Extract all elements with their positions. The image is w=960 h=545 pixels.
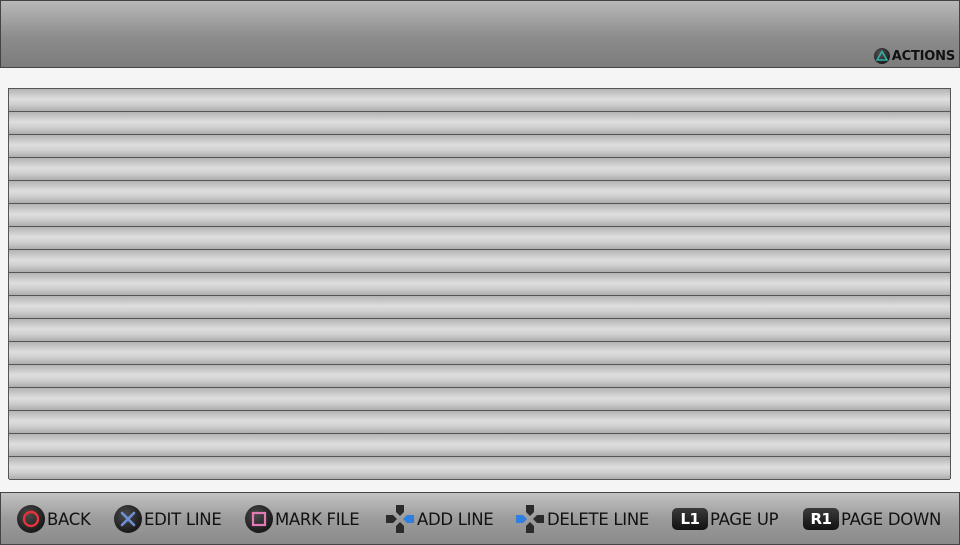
triangle-icon	[873, 48, 890, 64]
back-label: BACK	[47, 509, 91, 529]
back-button[interactable]: BACK	[17, 505, 91, 533]
add-line-label: ADD LINE	[417, 509, 494, 529]
list-item[interactable]	[9, 411, 950, 434]
list-item[interactable]	[9, 158, 950, 181]
list-item[interactable]	[9, 227, 950, 250]
mark-file-label: MARK FILE	[275, 509, 360, 529]
edit-line-button[interactable]: EDIT LINE	[114, 505, 222, 533]
list-item[interactable]	[9, 434, 950, 457]
page-down-button[interactable]: R1 PAGE DOWN	[803, 505, 941, 533]
list-item[interactable]	[9, 181, 950, 204]
header-bar: ACTIONS	[0, 0, 960, 68]
mark-file-button[interactable]: MARK FILE	[245, 505, 360, 533]
delete-line-label: DELETE LINE	[547, 509, 650, 529]
page-up-button[interactable]: L1 PAGE UP	[672, 505, 779, 533]
list-item[interactable]	[9, 112, 950, 135]
content-area	[0, 68, 960, 492]
dpad-left-icon	[515, 504, 545, 534]
list-item[interactable]	[9, 135, 950, 158]
list-item[interactable]	[9, 89, 950, 112]
l1-key-icon: L1	[672, 508, 708, 530]
cross-icon	[114, 505, 142, 533]
r1-key-icon: R1	[803, 508, 839, 530]
edit-line-label: EDIT LINE	[144, 509, 222, 529]
list-item[interactable]	[9, 388, 950, 411]
page-up-label: PAGE UP	[710, 509, 779, 529]
list-item[interactable]	[9, 319, 950, 342]
list-item[interactable]	[9, 250, 950, 273]
line-list	[8, 88, 951, 480]
list-item[interactable]	[9, 273, 950, 296]
list-item[interactable]	[9, 342, 950, 365]
delete-line-button[interactable]: DELETE LINE	[515, 505, 649, 533]
actions-hint[interactable]: ACTIONS	[873, 47, 955, 65]
list-item[interactable]	[9, 365, 950, 388]
footer-bar: BACK EDIT LINE MARK FILE ADD LINE DELETE…	[0, 492, 960, 545]
add-line-button[interactable]: ADD LINE	[385, 504, 494, 534]
circle-icon	[17, 505, 45, 533]
list-item[interactable]	[9, 296, 950, 319]
square-icon	[245, 505, 273, 533]
list-item[interactable]	[9, 204, 950, 227]
list-item[interactable]	[9, 457, 950, 480]
dpad-right-icon	[385, 504, 415, 534]
actions-label: ACTIONS	[891, 48, 955, 64]
page-down-label: PAGE DOWN	[841, 509, 941, 529]
